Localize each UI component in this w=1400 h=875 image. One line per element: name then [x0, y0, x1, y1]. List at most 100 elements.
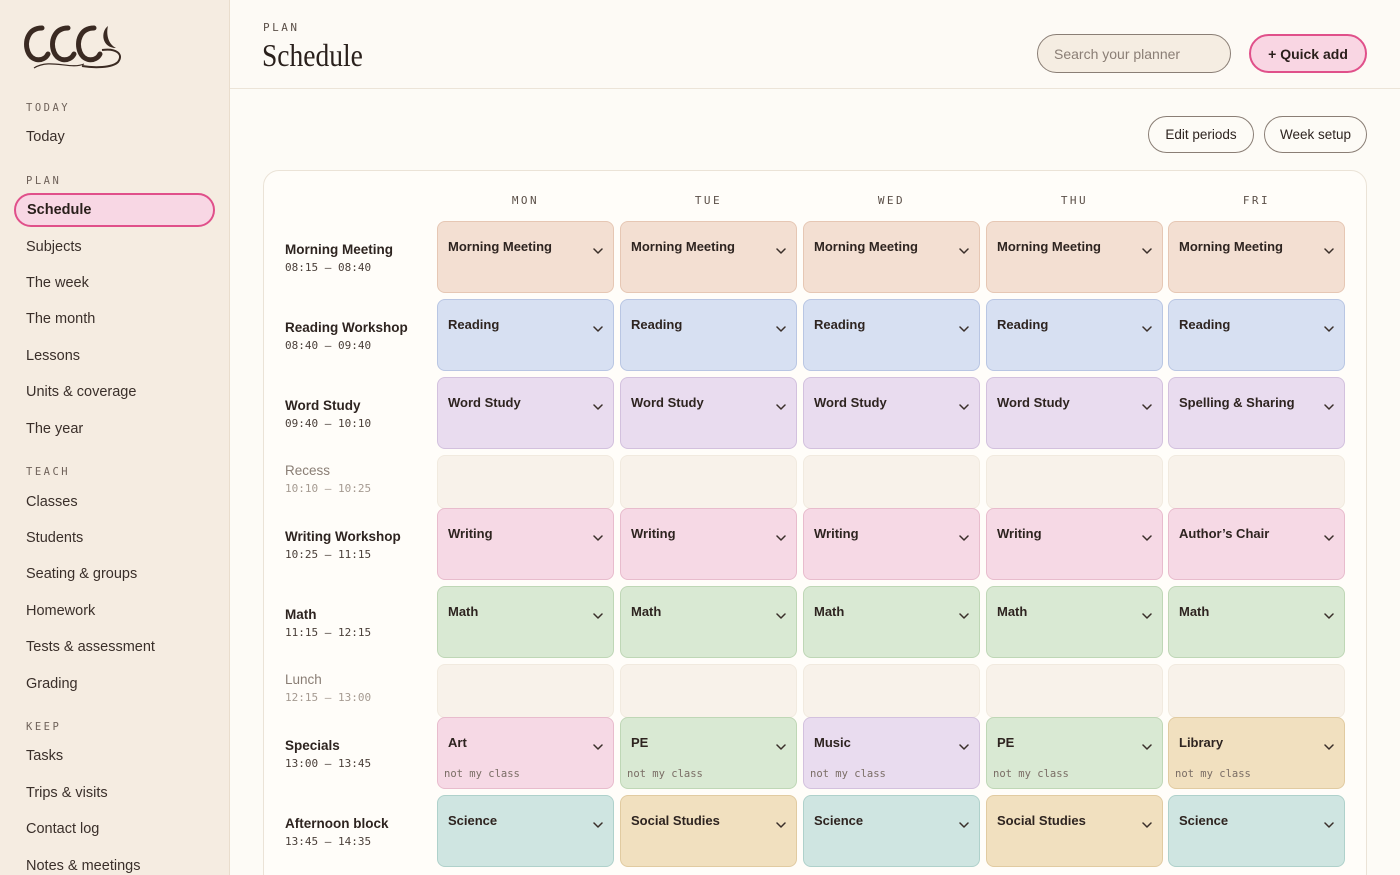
chevron-down-icon[interactable]: [593, 816, 603, 828]
schedule-cell[interactable]: Reading: [986, 299, 1163, 371]
schedule-cell[interactable]: Morning Meeting: [437, 221, 614, 293]
quick-add-button[interactable]: + Quick add: [1249, 34, 1367, 73]
chevron-down-icon[interactable]: [593, 607, 603, 619]
chevron-down-icon[interactable]: [776, 607, 786, 619]
chevron-down-icon[interactable]: [1142, 242, 1152, 254]
chevron-down-icon[interactable]: [593, 398, 603, 410]
chevron-down-icon[interactable]: [1142, 320, 1152, 332]
brand-logo[interactable]: [20, 18, 130, 78]
chevron-down-icon[interactable]: [776, 816, 786, 828]
sidebar-item-the-year[interactable]: The year: [14, 412, 215, 446]
sidebar-item-schedule[interactable]: Schedule: [14, 193, 215, 227]
chevron-down-icon[interactable]: [593, 242, 603, 254]
sidebar-item-tests-assessment[interactable]: Tests & assessment: [14, 630, 215, 664]
chevron-down-icon[interactable]: [1324, 320, 1334, 332]
chevron-down-icon[interactable]: [776, 320, 786, 332]
chevron-down-icon[interactable]: [959, 398, 969, 410]
chevron-down-icon[interactable]: [959, 816, 969, 828]
schedule-cell[interactable]: Math: [986, 586, 1163, 658]
chevron-down-icon[interactable]: [959, 738, 969, 750]
schedule-cell[interactable]: PE not my class: [986, 717, 1163, 789]
chevron-down-icon[interactable]: [1324, 816, 1334, 828]
schedule-cell[interactable]: Morning Meeting: [620, 221, 797, 293]
schedule-cell[interactable]: Science: [803, 795, 980, 867]
sidebar-item-lessons[interactable]: Lessons: [14, 339, 215, 373]
chevron-down-icon[interactable]: [1324, 607, 1334, 619]
schedule-cell[interactable]: Social Studies: [620, 795, 797, 867]
chevron-down-icon[interactable]: [959, 320, 969, 332]
schedule-cell[interactable]: Word Study: [437, 377, 614, 449]
schedule-cell[interactable]: Writing: [803, 508, 980, 580]
chevron-down-icon[interactable]: [776, 398, 786, 410]
chevron-down-icon[interactable]: [1324, 529, 1334, 541]
sidebar-item-subjects[interactable]: Subjects: [14, 230, 215, 264]
chevron-down-icon[interactable]: [593, 738, 603, 750]
schedule-cell[interactable]: Art not my class: [437, 717, 614, 789]
sidebar-item-contact-log[interactable]: Contact log: [14, 812, 215, 846]
schedule-cell[interactable]: PE not my class: [620, 717, 797, 789]
sidebar-item-units-coverage[interactable]: Units & coverage: [14, 375, 215, 409]
schedule-cell[interactable]: Reading: [803, 299, 980, 371]
chevron-down-icon[interactable]: [1142, 398, 1152, 410]
sidebar-item-students[interactable]: Students: [14, 521, 215, 555]
sidebar-item-label: The week: [26, 275, 89, 291]
chevron-down-icon[interactable]: [959, 529, 969, 541]
sidebar-item-homework[interactable]: Homework: [14, 594, 215, 628]
schedule-cell[interactable]: Morning Meeting: [803, 221, 980, 293]
cell-subject-label: Word Study: [631, 395, 704, 410]
schedule-cell[interactable]: Morning Meeting: [986, 221, 1163, 293]
schedule-cell[interactable]: Science: [437, 795, 614, 867]
chevron-down-icon[interactable]: [1324, 242, 1334, 254]
schedule-cell[interactable]: Writing: [620, 508, 797, 580]
sidebar-item-grading[interactable]: Grading: [14, 667, 215, 701]
schedule-cell[interactable]: Morning Meeting: [1168, 221, 1345, 293]
schedule-cell[interactable]: Reading: [620, 299, 797, 371]
chevron-down-icon[interactable]: [1142, 816, 1152, 828]
chevron-down-icon[interactable]: [959, 242, 969, 254]
schedule-cell[interactable]: Library not my class: [1168, 717, 1345, 789]
schedule-cell[interactable]: Reading: [1168, 299, 1345, 371]
schedule-cell[interactable]: Author’s Chair: [1168, 508, 1345, 580]
sidebar-item-classes[interactable]: Classes: [14, 485, 215, 519]
chevron-down-icon[interactable]: [1142, 607, 1152, 619]
sidebar-item-the-month[interactable]: The month: [14, 302, 215, 336]
sidebar-item-tasks[interactable]: Tasks: [14, 739, 215, 773]
edit-periods-button[interactable]: Edit periods: [1148, 116, 1254, 153]
cell-subject-label: Reading: [1179, 317, 1231, 332]
chevron-down-icon[interactable]: [1142, 529, 1152, 541]
schedule-cell[interactable]: Writing: [437, 508, 614, 580]
chevron-down-icon[interactable]: [959, 607, 969, 619]
sidebar-item-today[interactable]: Today: [14, 120, 215, 154]
sidebar-item-trips-visits[interactable]: Trips & visits: [14, 776, 215, 810]
sidebar-item-the-week[interactable]: The week: [14, 266, 215, 300]
sidebar-item-label: Schedule: [27, 202, 92, 218]
schedule-cell[interactable]: Writing: [986, 508, 1163, 580]
schedule-cell[interactable]: Music not my class: [803, 717, 980, 789]
search-input[interactable]: [1037, 34, 1231, 73]
schedule-cell[interactable]: Math: [620, 586, 797, 658]
schedule-cell[interactable]: Math: [803, 586, 980, 658]
cell-note: not my class: [810, 768, 886, 780]
week-setup-button[interactable]: Week setup: [1264, 116, 1367, 153]
schedule-cell[interactable]: Word Study: [803, 377, 980, 449]
chevron-down-icon[interactable]: [776, 242, 786, 254]
schedule-cell[interactable]: Spelling & Sharing: [1168, 377, 1345, 449]
sidebar-item-notes-meetings[interactable]: Notes & meetings: [14, 849, 215, 875]
schedule-cell[interactable]: Science: [1168, 795, 1345, 867]
sidebar-item-label: The month: [26, 311, 96, 327]
schedule-cell[interactable]: Word Study: [620, 377, 797, 449]
chevron-down-icon[interactable]: [593, 529, 603, 541]
schedule-cell[interactable]: Reading: [437, 299, 614, 371]
chevron-down-icon[interactable]: [776, 529, 786, 541]
sidebar-item-seating-groups[interactable]: Seating & groups: [14, 557, 215, 591]
chevron-down-icon[interactable]: [1324, 738, 1334, 750]
chevron-down-icon[interactable]: [776, 738, 786, 750]
chevron-down-icon[interactable]: [1324, 398, 1334, 410]
schedule-cell[interactable]: Math: [1168, 586, 1345, 658]
schedule-cell[interactable]: Social Studies: [986, 795, 1163, 867]
schedule-cell[interactable]: Math: [437, 586, 614, 658]
chevron-down-icon[interactable]: [1142, 738, 1152, 750]
schedule-cell[interactable]: Word Study: [986, 377, 1163, 449]
cell-subject-label: Writing: [814, 526, 859, 541]
chevron-down-icon[interactable]: [593, 320, 603, 332]
